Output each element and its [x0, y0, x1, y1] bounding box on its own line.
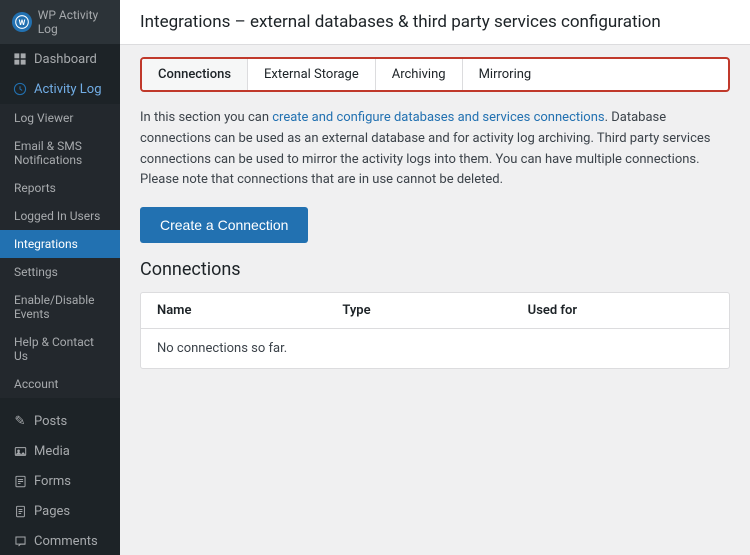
sidebar-item-pages[interactable]: Pages — [0, 496, 120, 526]
sidebar-item-forms[interactable]: Forms — [0, 466, 120, 496]
sidebar-item-account[interactable]: Account — [0, 370, 120, 398]
col-used-for: Used for — [528, 303, 713, 318]
connections-heading: Connections — [140, 259, 730, 280]
sidebar-item-integrations[interactable]: Integrations — [0, 230, 120, 258]
sidebar-item-help-contact[interactable]: Help & Contact Us — [0, 328, 120, 370]
tabs-section: Connections External Storage Archiving M… — [120, 45, 750, 92]
page-title: Integrations – external databases & thir… — [140, 12, 730, 32]
connections-table: Name Type Used for No connections so far… — [140, 292, 730, 369]
sidebar-item-enable-disable[interactable]: Enable/Disable Events — [0, 286, 120, 328]
tab-mirroring[interactable]: Mirroring — [463, 59, 548, 90]
comments-icon — [12, 533, 28, 549]
wp-logo: W — [12, 12, 32, 32]
sidebar-item-comments[interactable]: Comments — [0, 526, 120, 555]
integrations-content: In this section you can create and confi… — [120, 92, 750, 385]
svg-text:W: W — [18, 18, 25, 27]
sidebar-item-log-viewer[interactable]: Log Viewer — [0, 104, 120, 132]
pages-icon — [12, 503, 28, 519]
col-name: Name — [157, 303, 342, 318]
sidebar-item-posts[interactable]: ✎ Posts — [0, 406, 120, 436]
table-empty-message: No connections so far. — [141, 329, 729, 368]
desc-link[interactable]: create and configure databases and servi… — [272, 110, 604, 125]
media-icon — [12, 443, 28, 459]
tab-archiving[interactable]: Archiving — [376, 59, 463, 90]
posts-icon: ✎ — [12, 413, 28, 429]
sidebar-wp-label: WP Activity Log — [38, 8, 120, 36]
sidebar: W WP Activity Log Dashboard Activity Log… — [0, 0, 120, 555]
sidebar-item-logged-in-users[interactable]: Logged In Users — [0, 202, 120, 230]
tab-connections[interactable]: Connections — [142, 59, 248, 90]
sidebar-activity-log-label: Activity Log — [34, 82, 102, 97]
sidebar-item-reports[interactable]: Reports — [0, 174, 120, 202]
page-header: Integrations – external databases & thir… — [120, 0, 750, 45]
sidebar-item-settings[interactable]: Settings — [0, 258, 120, 286]
forms-icon — [12, 473, 28, 489]
tab-external-storage[interactable]: External Storage — [248, 59, 376, 90]
desc-before-link: In this section you can — [140, 110, 272, 125]
sidebar-header[interactable]: W WP Activity Log — [0, 0, 120, 44]
sidebar-item-email-sms[interactable]: Email & SMS Notifications — [0, 132, 120, 174]
description-text: In this section you can create and confi… — [140, 108, 730, 191]
sidebar-submenu: Log Viewer Email & SMS Notifications Rep… — [0, 104, 120, 398]
dashboard-icon — [12, 51, 28, 67]
col-type: Type — [342, 303, 527, 318]
main-content: Integrations – external databases & thir… — [120, 0, 750, 555]
table-header: Name Type Used for — [141, 293, 729, 329]
sidebar-item-dashboard[interactable]: Dashboard — [0, 44, 120, 74]
sidebar-dashboard-label: Dashboard — [34, 52, 97, 67]
create-connection-button[interactable]: Create a Connection — [140, 207, 308, 243]
tabs-container: Connections External Storage Archiving M… — [140, 57, 730, 92]
activity-log-icon — [12, 81, 28, 97]
sidebar-item-media[interactable]: Media — [0, 436, 120, 466]
sidebar-item-activity-log[interactable]: Activity Log — [0, 74, 120, 104]
content-wrapper: Connections External Storage Archiving M… — [120, 45, 750, 555]
